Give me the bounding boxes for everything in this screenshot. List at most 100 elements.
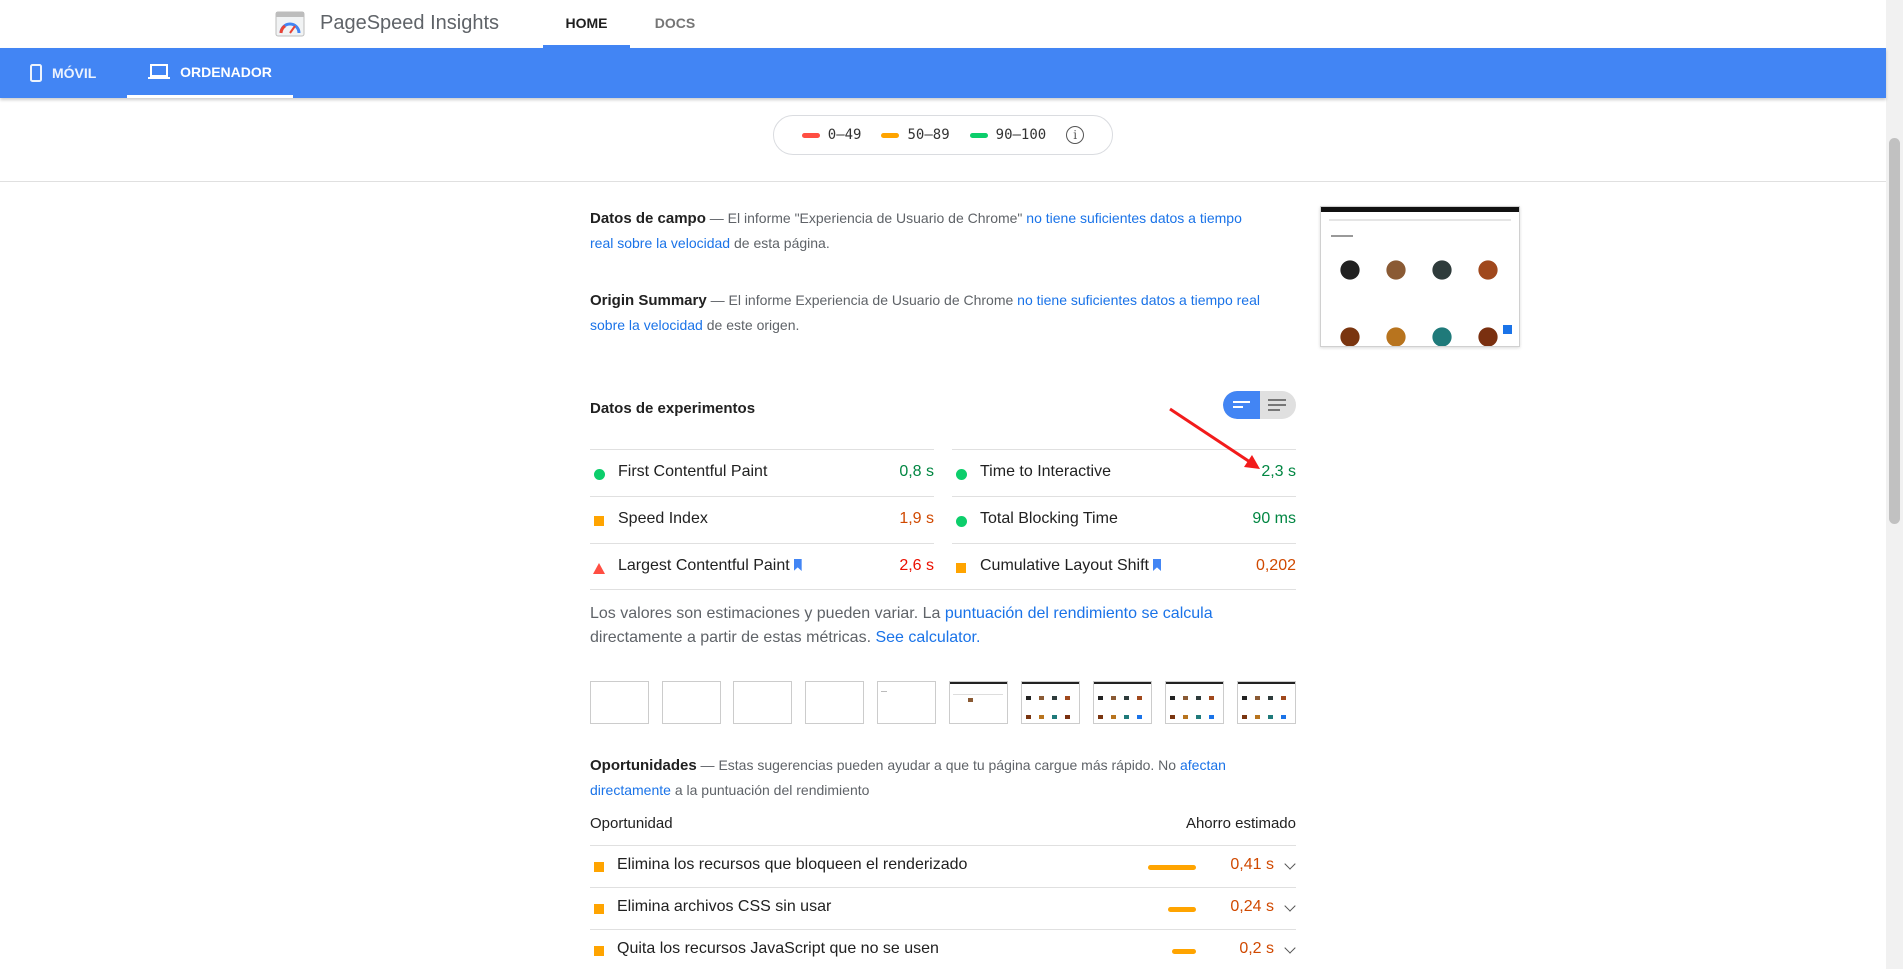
opportunity-name: Elimina archivos CSS sin usar xyxy=(617,898,832,915)
legend-fail-label: 0–49 xyxy=(827,127,862,143)
metric-name: Time to Interactive xyxy=(980,463,1112,480)
filmstrip-frame xyxy=(590,681,649,724)
metric-fcp: First Contentful Paint 0,8 s xyxy=(590,449,934,496)
scrollbar[interactable] xyxy=(1886,0,1903,969)
col-opportunity: Oportunidad xyxy=(590,815,673,832)
chevron-down-icon[interactable] xyxy=(1284,858,1296,870)
divider xyxy=(590,589,1296,590)
metric-value: 0,202 xyxy=(1255,557,1296,574)
legend-fail-swatch xyxy=(801,132,820,138)
legend-average: 50–89 xyxy=(881,127,950,143)
metric-tbt: Total Blocking Time 90 ms xyxy=(952,496,1296,543)
col-savings: Ahorro estimado xyxy=(1185,815,1296,832)
chevron-down-icon[interactable] xyxy=(1284,900,1296,912)
filmstrip-frame xyxy=(1093,681,1152,724)
metric-name: Cumulative Layout Shift xyxy=(980,557,1149,574)
fail-indicator-icon xyxy=(593,563,605,574)
legend-fail: 0–49 xyxy=(801,127,862,143)
tab-desktop[interactable]: ORDENADOR xyxy=(127,48,293,98)
opportunities-columns: Oportunidad Ahorro estimado xyxy=(590,815,1296,845)
filmstrip xyxy=(590,681,1296,724)
metric-cls: Cumulative Layout Shift 0,202 xyxy=(952,543,1296,590)
filmstrip-frame xyxy=(805,681,864,724)
filmstrip-frame xyxy=(662,681,721,724)
field-data-section: Datos de campo — El informe "Experiencia… xyxy=(590,206,1260,256)
metric-value: 0,8 s xyxy=(899,463,934,480)
opportunity-row[interactable]: Elimina archivos CSS sin usar 0,24 s xyxy=(590,887,1296,929)
see-calculator-link[interactable]: See calculator. xyxy=(875,629,980,646)
metric-name-wrap: Cumulative Layout Shift xyxy=(980,557,1161,575)
legend-average-label: 50–89 xyxy=(907,127,950,143)
metric-name: Largest Contentful Paint xyxy=(618,557,790,574)
filmstrip-frame xyxy=(949,681,1008,724)
opportunities-tail: a la puntuación del rendimiento xyxy=(670,782,870,798)
tab-desktop-label: ORDENADOR xyxy=(180,63,272,80)
phone-icon xyxy=(30,64,42,82)
brand-title[interactable]: PageSpeed Insights xyxy=(320,12,499,35)
filmstrip-frame xyxy=(877,681,936,724)
average-indicator-icon xyxy=(594,516,604,526)
tab-mobile[interactable]: MÓVIL xyxy=(18,48,108,98)
metrics-note: Los valores son estimaciones y pueden va… xyxy=(590,602,1250,650)
metric-value: 1,9 s xyxy=(899,510,934,527)
savings-bar xyxy=(1168,907,1196,912)
opportunities-header: Oportunidades — Estas sugerencias pueden… xyxy=(590,753,1250,803)
opportunity-row[interactable]: Elimina los recursos que bloqueen el ren… xyxy=(590,845,1296,887)
metric-speed-index: Speed Index 1,9 s xyxy=(590,496,934,543)
legend-pass-label: 90–100 xyxy=(995,127,1047,143)
score-legend: 0–49 50–89 90–100 i xyxy=(773,115,1113,155)
origin-summary-tail: de este origen. xyxy=(702,317,800,333)
opportunity-name: Elimina los recursos que bloqueen el ren… xyxy=(617,856,968,873)
score-calc-link[interactable]: puntuación del rendimiento se calcula xyxy=(945,605,1213,622)
scrollbar-thumb[interactable] xyxy=(1889,138,1900,524)
laptop-icon xyxy=(148,63,171,79)
legend-average-swatch xyxy=(881,132,900,138)
origin-summary-section: Origin Summary — El informe Experiencia … xyxy=(590,288,1260,338)
nav-home[interactable]: HOME xyxy=(543,0,630,48)
origin-summary-title: Origin Summary xyxy=(590,292,707,309)
metric-lcp: Largest Contentful Paint 2,6 s xyxy=(590,543,934,590)
average-indicator-icon xyxy=(594,904,604,914)
metric-name-wrap: Largest Contentful Paint xyxy=(618,557,802,575)
savings-bar xyxy=(1172,949,1196,954)
savings-bar xyxy=(1148,865,1196,870)
app-bar: PageSpeed Insights HOME DOCS xyxy=(0,0,1886,48)
metric-value: 90 ms xyxy=(1252,510,1296,527)
average-indicator-icon xyxy=(594,862,604,872)
bookmark-icon[interactable] xyxy=(793,559,802,571)
pass-indicator-icon xyxy=(956,516,967,527)
filmstrip-frame xyxy=(1237,681,1296,724)
field-data-desc: — El informe "Experiencia de Usuario de … xyxy=(705,210,1027,226)
savings-value: 0,24 s xyxy=(1230,898,1274,915)
field-data-title: Datos de campo xyxy=(590,210,706,227)
pass-indicator-icon xyxy=(956,469,967,480)
metric-name: Total Blocking Time xyxy=(980,510,1118,527)
opportunity-name: Quita los recursos JavaScript que no se … xyxy=(617,940,939,957)
metric-value: 2,6 s xyxy=(899,557,934,574)
note-text-2: directamente a partir de estas métricas. xyxy=(590,629,876,646)
field-data-tail: de esta página. xyxy=(730,235,830,251)
opportunities-desc: — Estas sugerencias pueden ayudar a que … xyxy=(696,757,1180,773)
metric-name: Speed Index xyxy=(618,510,708,527)
filmstrip-frame xyxy=(1165,681,1224,724)
info-icon[interactable]: i xyxy=(1066,126,1085,144)
nav-docs[interactable]: DOCS xyxy=(652,0,698,48)
pass-indicator-icon xyxy=(594,469,605,480)
pagespeed-logo-icon[interactable] xyxy=(275,11,305,37)
annotation-arrow-icon xyxy=(1169,407,1260,469)
metric-name: First Contentful Paint xyxy=(618,463,768,480)
opportunities-title: Oportunidades xyxy=(590,757,697,774)
tab-mobile-label: MÓVIL xyxy=(52,65,97,81)
lab-data-title: Datos de experimentos xyxy=(590,400,756,417)
device-tab-bar: MÓVIL ORDENADOR xyxy=(0,48,1886,98)
legend-pass: 90–100 xyxy=(969,127,1047,143)
opportunity-row[interactable]: Quita los recursos JavaScript que no se … xyxy=(590,929,1296,971)
savings-value: 0,41 s xyxy=(1230,856,1274,873)
savings-value: 0,2 s xyxy=(1239,940,1274,957)
filmstrip-frame xyxy=(733,681,792,724)
average-indicator-icon xyxy=(956,563,966,573)
legend-pass-swatch xyxy=(969,132,988,138)
chevron-down-icon[interactable] xyxy=(1284,942,1296,954)
bookmark-icon[interactable] xyxy=(1152,559,1161,571)
divider xyxy=(0,181,1886,182)
